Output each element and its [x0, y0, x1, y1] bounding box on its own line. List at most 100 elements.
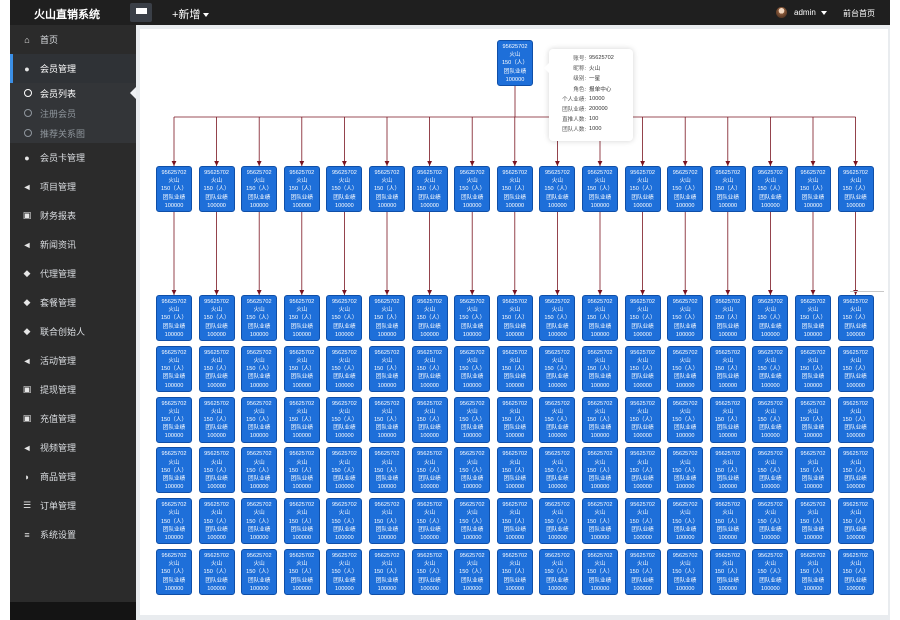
member-node[interactable]: 95625702 火山 150（人） 团队业绩 100000 — [198, 295, 235, 341]
member-node[interactable]: 95625702 火山 150（人） 团队业绩 100000 — [752, 447, 789, 494]
member-node[interactable]: 95625702 火山 150（人） 团队业绩 100000 — [795, 345, 831, 392]
member-node[interactable]: 95625702 火山 150（人） 团队业绩 100000 — [411, 549, 448, 595]
member-node[interactable]: 95625702 火山 150（人） 团队业绩 100000 — [752, 166, 789, 212]
sidebar-item[interactable]: ◗ 商品管理 — [10, 462, 136, 491]
member-node[interactable]: 95625702 火山 150（人） 团队业绩 100000 — [241, 498, 278, 545]
member-node[interactable]: 95625702 火山 150（人） 团队业绩 100000 — [667, 345, 704, 392]
member-node[interactable]: 95625702 火山 150（人） 团队业绩 100000 — [837, 295, 874, 341]
member-node[interactable]: 95625702 火山 150（人） 团队业绩 100000 — [198, 345, 235, 392]
member-node[interactable]: 95625702 火山 150（人） 团队业绩 100000 — [369, 549, 405, 595]
member-node[interactable]: 95625702 火山 150（人） 团队业绩 100000 — [709, 549, 746, 595]
member-node[interactable]: 95625702 火山 150（人） 团队业绩 100000 — [198, 498, 235, 545]
member-node[interactable]: 95625702 火山 150（人） 团队业绩 100000 — [667, 447, 704, 494]
member-node[interactable]: 95625702 火山 150（人） 团队业绩 100000 — [709, 166, 746, 212]
member-node[interactable]: 95625702 火山 150（人） 团队业绩 100000 — [752, 295, 789, 341]
member-node[interactable]: 95625702 火山 150（人） 团队业绩 100000 — [326, 166, 363, 212]
sidebar-item[interactable]: ◄ 项目管理 — [10, 172, 136, 201]
member-node[interactable]: 95625702 火山 150（人） 团队业绩 100000 — [496, 498, 533, 545]
sidebar-item[interactable]: ⌂ 首页 — [10, 25, 136, 54]
member-node[interactable]: 95625702 火山 150（人） 团队业绩 100000 — [624, 498, 661, 545]
member-node[interactable]: 95625702 火山 150（人） 团队业绩 100000 — [369, 295, 405, 341]
member-node[interactable]: 95625702 火山 150（人） 团队业绩 100000 — [624, 396, 661, 443]
sidebar-item[interactable]: ≡ 系统设置 — [10, 520, 136, 549]
member-node[interactable]: 95625702 火山 150（人） 团队业绩 100000 — [411, 345, 448, 392]
member-node[interactable]: 95625702 火山 150（人） 团队业绩 100000 — [539, 166, 576, 212]
member-node[interactable]: 95625702 火山 150（人） 团队业绩 100000 — [837, 498, 874, 545]
member-node[interactable]: 95625702 火山 150（人） 团队业绩 100000 — [624, 549, 661, 595]
member-node[interactable]: 95625702 火山 150（人） 团队业绩 100000 — [582, 498, 618, 545]
member-node[interactable]: 95625702 火山 150（人） 团队业绩 100000 — [496, 447, 533, 494]
member-node[interactable]: 95625702 火山 150（人） 团队业绩 100000 — [582, 166, 618, 212]
member-node[interactable]: 95625702 火山 150（人） 团队业绩 100000 — [454, 549, 491, 595]
member-node[interactable]: 95625702 火山 150（人） 团队业绩 100000 — [795, 396, 831, 443]
submenu-item[interactable]: 注册会员 — [10, 103, 136, 123]
member-node[interactable]: 95625702 火山 150（人） 团队业绩 100000 — [624, 345, 661, 392]
member-node[interactable]: 95625702 火山 150（人） 团队业绩 100000 — [411, 295, 448, 341]
member-node[interactable]: 95625702 火山 150（人） 团队业绩 100000 — [283, 166, 320, 212]
member-node[interactable]: 95625702 火山 150（人） 团队业绩 100000 — [454, 345, 491, 392]
member-node[interactable]: 95625702 火山 150（人） 团队业绩 100000 — [369, 396, 405, 443]
member-node[interactable]: 95625702 火山 150（人） 团队业绩 100000 — [667, 396, 704, 443]
member-node[interactable]: 95625702 火山 150（人） 团队业绩 100000 — [752, 345, 789, 392]
member-node[interactable]: 95625702 火山 150（人） 团队业绩 100000 — [795, 447, 831, 494]
sidebar-item[interactable]: ▣ 提现管理 — [10, 375, 136, 404]
member-node[interactable]: 95625702 火山 150（人） 团队业绩 100000 — [283, 345, 320, 392]
member-node[interactable]: 95625702 火山 150（人） 团队业绩 100000 — [709, 295, 746, 341]
member-node[interactable]: 95625702 火山 150（人） 团队业绩 100000 — [539, 498, 576, 545]
sidebar-item[interactable]: ◄ 活动管理 — [10, 346, 136, 375]
member-node[interactable]: 95625702 火山 150（人） 团队业绩 100000 — [156, 549, 192, 595]
member-node[interactable]: 95625702 火山 150（人） 团队业绩 100000 — [411, 166, 448, 212]
member-node[interactable]: 95625702 火山 150（人） 团队业绩 100000 — [326, 447, 363, 494]
member-node[interactable]: 95625702 火山 150（人） 团队业绩 100000 — [795, 295, 831, 341]
member-node[interactable]: 95625702 火山 150（人） 团队业绩 100000 — [496, 396, 533, 443]
member-node[interactable]: 95625702 火山 150（人） 团队业绩 100000 — [667, 295, 704, 341]
member-node[interactable]: 95625702 火山 150（人） 团队业绩 100000 — [539, 345, 576, 392]
member-node[interactable]: 95625702 火山 150（人） 团队业绩 100000 — [837, 396, 874, 443]
member-node[interactable]: 95625702 火山 150（人） 团队业绩 100000 — [241, 166, 278, 212]
member-node[interactable]: 95625702 火山 150（人） 团队业绩 100000 — [667, 549, 704, 595]
member-node[interactable]: 95625702 火山 150（人） 团队业绩 100000 — [496, 549, 533, 595]
member-node[interactable]: 95625702 火山 150（人） 团队业绩 100000 — [837, 447, 874, 494]
member-node[interactable]: 95625702 火山 150（人） 团队业绩 100000 — [156, 498, 192, 545]
member-node[interactable]: 95625702 火山 150（人） 团队业绩 100000 — [497, 40, 533, 86]
member-node[interactable]: 95625702 火山 150（人） 团队业绩 100000 — [156, 447, 192, 494]
member-node[interactable]: 95625702 火山 150（人） 团队业绩 100000 — [709, 345, 746, 392]
member-node[interactable]: 95625702 火山 150（人） 团队业绩 100000 — [198, 447, 235, 494]
sidebar-item[interactable]: ▣ 充值管理 — [10, 404, 136, 433]
member-node[interactable]: 95625702 火山 150（人） 团队业绩 100000 — [837, 166, 874, 212]
member-node[interactable]: 95625702 火山 150（人） 团队业绩 100000 — [369, 498, 405, 545]
member-node[interactable]: 95625702 火山 150（人） 团队业绩 100000 — [369, 166, 405, 212]
member-node[interactable]: 95625702 火山 150（人） 团队业绩 100000 — [198, 396, 235, 443]
member-node[interactable]: 95625702 火山 150（人） 团队业绩 100000 — [539, 549, 576, 595]
submenu-item[interactable]: 推荐关系图 — [10, 123, 136, 143]
member-node[interactable]: 95625702 火山 150（人） 团队业绩 100000 — [283, 498, 320, 545]
member-node[interactable]: 95625702 火山 150（人） 团队业绩 100000 — [326, 345, 363, 392]
sidebar-item[interactable]: ◆ 联合创始人 — [10, 317, 136, 346]
member-node[interactable]: 95625702 火山 150（人） 团队业绩 100000 — [241, 447, 278, 494]
member-node[interactable]: 95625702 火山 150（人） 团队业绩 100000 — [709, 396, 746, 443]
member-node[interactable]: 95625702 火山 150（人） 团队业绩 100000 — [539, 396, 576, 443]
sidebar-item[interactable]: ◄ 视频管理 — [10, 433, 136, 462]
member-node[interactable]: 95625702 火山 150（人） 团队业绩 100000 — [496, 166, 533, 212]
member-node[interactable]: 95625702 火山 150（人） 团队业绩 100000 — [539, 447, 576, 494]
sidebar-item[interactable]: ◆ 套餐管理 — [10, 288, 136, 317]
member-node[interactable]: 95625702 火山 150（人） 团队业绩 100000 — [411, 396, 448, 443]
member-node[interactable]: 95625702 火山 150（人） 团队业绩 100000 — [156, 166, 192, 212]
member-node[interactable]: 95625702 火山 150（人） 团队业绩 100000 — [156, 396, 192, 443]
member-node[interactable]: 95625702 火山 150（人） 团队业绩 100000 — [369, 345, 405, 392]
member-node[interactable]: 95625702 火山 150（人） 团队业绩 100000 — [496, 345, 533, 392]
user-menu[interactable]: admin — [794, 8, 828, 17]
member-node[interactable]: 95625702 火山 150（人） 团队业绩 100000 — [198, 549, 235, 595]
member-node[interactable]: 95625702 火山 150（人） 团队业绩 100000 — [241, 345, 278, 392]
avatar[interactable] — [776, 7, 787, 18]
member-node[interactable]: 95625702 火山 150（人） 团队业绩 100000 — [795, 166, 831, 212]
member-node[interactable]: 95625702 火山 150（人） 团队业绩 100000 — [241, 549, 278, 595]
member-node[interactable]: 95625702 火山 150（人） 团队业绩 100000 — [582, 447, 618, 494]
member-node[interactable]: 95625702 火山 150（人） 团队业绩 100000 — [624, 295, 661, 341]
member-node[interactable]: 95625702 火山 150（人） 团队业绩 100000 — [411, 447, 448, 494]
member-node[interactable]: 95625702 火山 150（人） 团队业绩 100000 — [837, 345, 874, 392]
sidebar-item[interactable]: ▣ 财务报表 — [10, 201, 136, 230]
member-node[interactable]: 95625702 火山 150（人） 团队业绩 100000 — [156, 345, 192, 392]
member-node[interactable]: 95625702 火山 150（人） 团队业绩 100000 — [369, 447, 405, 494]
member-node[interactable]: 95625702 火山 150（人） 团队业绩 100000 — [454, 396, 491, 443]
